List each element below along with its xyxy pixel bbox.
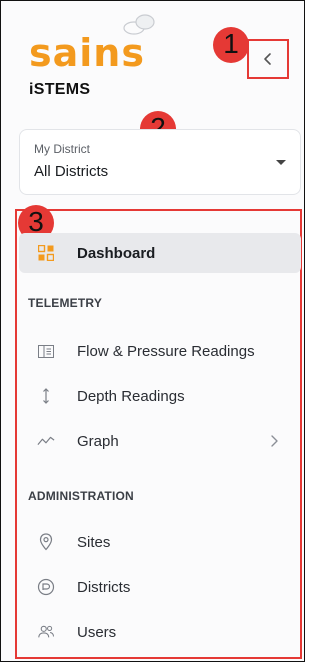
nav-item-users[interactable]: Users — [19, 612, 301, 652]
brand-logo: sains iSTEMS — [29, 13, 179, 98]
nav-item-depth-readings[interactable]: Depth Readings — [19, 376, 301, 416]
nav-label-graph: Graph — [77, 432, 119, 450]
sidebar-panel: sains iSTEMS 1 2 My District All Distric… — [0, 0, 305, 662]
dashboard-grid-icon — [37, 244, 55, 262]
nav-label-dashboard: Dashboard — [77, 244, 156, 262]
nav-item-sites[interactable]: Sites — [19, 522, 301, 562]
callout-marker-1: 1 — [213, 27, 249, 63]
nav-item-flow-pressure-readings[interactable]: Flow & Pressure Readings — [19, 331, 301, 371]
district-badge-icon — [37, 578, 55, 596]
nav-item-graph[interactable]: Graph — [19, 421, 301, 461]
district-select-label: My District — [34, 142, 90, 156]
caret-down-icon — [276, 160, 286, 165]
section-heading-administration: ADMINISTRATION — [28, 489, 134, 503]
nav-item-districts[interactable]: Districts — [19, 567, 301, 607]
district-select[interactable]: My District All Districts — [19, 129, 301, 195]
users-icon — [37, 623, 55, 641]
chevron-left-icon — [264, 53, 271, 65]
nav-label-users: Users — [77, 623, 117, 641]
app-name: iSTEMS — [29, 81, 91, 98]
logo-wordmark: sains — [29, 31, 145, 75]
district-select-value: All Districts — [34, 163, 109, 180]
map-pin-icon — [37, 533, 55, 551]
book-open-icon — [37, 342, 55, 360]
nav-item-dashboard[interactable]: Dashboard — [19, 233, 301, 273]
callout-number: 1 — [223, 28, 239, 59]
nav-label-sites: Sites — [77, 533, 111, 551]
nav-label-flow-pressure-readings: Flow & Pressure Readings — [77, 342, 255, 360]
collapse-sidebar-button[interactable] — [247, 39, 289, 79]
section-heading-telemetry: TELEMETRY — [28, 296, 103, 310]
nav-label-depth-readings: Depth Readings — [77, 387, 185, 405]
chevron-right-icon — [271, 435, 278, 447]
vertical-arrows-icon — [37, 387, 55, 405]
nav-label-districts: Districts — [77, 578, 131, 596]
line-graph-icon — [37, 432, 55, 450]
